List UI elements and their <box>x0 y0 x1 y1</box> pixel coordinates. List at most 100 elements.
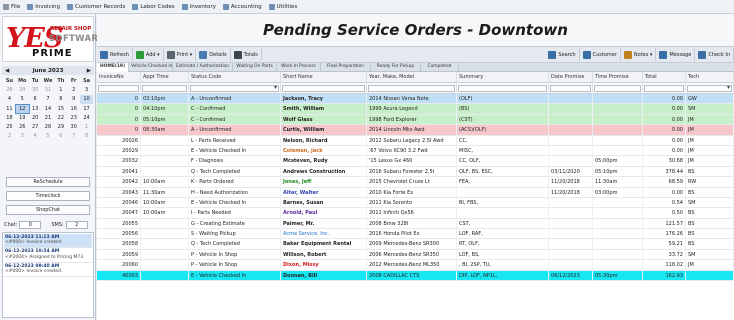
column-filter-input[interactable] <box>644 85 684 92</box>
calendar-day[interactable]: 12 <box>14 103 30 114</box>
calendar-day[interactable]: 28 <box>42 123 55 131</box>
calendar-day[interactable]: 4 <box>3 95 16 103</box>
calendar-day[interactable]: 26 <box>16 123 29 131</box>
calendar-day[interactable]: 15 <box>54 105 67 113</box>
calendar-day[interactable]: 6 <box>29 95 42 103</box>
calendar-day[interactable]: 30 <box>29 86 42 94</box>
menu-inventory[interactable]: Inventory <box>181 3 216 10</box>
table-row[interactable]: 20059 P - Vehicle In Shop Willson, Robert 2… <box>97 249 734 261</box>
tab-completed[interactable]: Completed <box>421 63 459 72</box>
reschedule-button[interactable]: ReSchedule <box>6 177 90 187</box>
calendar-day[interactable]: 24 <box>80 114 93 122</box>
table-row[interactable]: 20042 10:00am K - Parts Ordered Jones, Jeff… <box>97 177 734 188</box>
calendar-day[interactable]: 1 <box>80 123 93 131</box>
timeclock-button[interactable]: Timeclock <box>6 191 90 201</box>
calendar-next-button[interactable]: ▶ <box>87 68 91 74</box>
calendar-day[interactable]: 27 <box>29 123 42 131</box>
table-row[interactable]: 20026 L - Parts Received Nelson, Richard 20… <box>97 135 734 146</box>
calendar-day[interactable]: 21 <box>42 114 55 122</box>
column-header[interactable]: Summary <box>457 72 549 83</box>
table-row[interactable]: 20029 E - Vehicle Checked In Coleman, Jack… <box>97 145 734 157</box>
table-row[interactable]: 40003 E - Vehicle Checked In Doonan, Bill 2… <box>97 270 734 282</box>
add-button[interactable]: Add ▾ <box>133 48 164 61</box>
note-item[interactable]: 06-12-2023 11:13 AM <#000> Invoice create… <box>4 234 92 249</box>
tab-final-preparation[interactable]: Final Preparation <box>321 63 371 72</box>
menu-accounting[interactable]: Accounting <box>222 3 262 10</box>
note-item[interactable]: 06-12-2023 09:40 AM <#000> Invoice create… <box>4 263 92 278</box>
table-row[interactable]: 20043 11:30am H - Need Authorization Alter,… <box>97 187 734 198</box>
calendar-day[interactable]: 11 <box>3 105 16 113</box>
calendar-day[interactable]: 23 <box>67 114 80 122</box>
details-button[interactable]: Details <box>196 48 231 61</box>
calendar-day[interactable]: 3 <box>16 132 29 140</box>
calendar-day[interactable]: 14 <box>42 105 55 113</box>
column-header[interactable]: Year, Make, Model <box>367 72 457 83</box>
menu-invoicing[interactable]: Invoicing <box>27 3 60 10</box>
table-row[interactable]: 20041 Q - Tech Completed Andrews Construct… <box>97 166 734 178</box>
table-row[interactable]: 0 05:10pm C - Confirmed Wolf Glass 1998 Ford… <box>97 114 734 126</box>
calendar-day[interactable]: 28 <box>3 86 16 94</box>
calendar-day[interactable]: 31 <box>42 86 55 94</box>
notes-button[interactable]: Notes ▾ <box>621 48 657 61</box>
totals-button[interactable]: Totals <box>231 48 262 61</box>
calendar-day[interactable]: 20 <box>29 114 42 122</box>
column-header[interactable]: InvoiceNo <box>97 72 141 83</box>
calendar-day[interactable]: 2 <box>67 86 80 94</box>
column-filter-input[interactable] <box>190 84 279 92</box>
table-row[interactable]: 0 04:10pm C - Confirmed Smith, William 1999 … <box>97 104 734 115</box>
tab-home-19[interactable]: HOME(19) <box>97 63 129 72</box>
calendar-day[interactable]: 17 <box>80 105 93 113</box>
print-button[interactable]: Print ▾ <box>164 48 197 61</box>
column-header[interactable]: Status Code <box>189 72 281 83</box>
column-header[interactable]: Appt Time <box>141 72 189 83</box>
calendar-day[interactable]: 7 <box>42 95 55 103</box>
table-row[interactable]: 20060 P - Vehicle In Shop Dixon, Missy 2012… <box>97 260 734 271</box>
calendar-day[interactable]: 18 <box>3 114 16 122</box>
table-row[interactable]: 20047 10:00am I - Parts Needed Arnold, Paul… <box>97 208 734 219</box>
table-row[interactable]: 20046 10:00am E - Vehicle Checked In Barnes… <box>97 197 734 209</box>
column-filter-input[interactable] <box>687 84 732 92</box>
tab-waiting-on-parts[interactable]: Waiting On Parts <box>233 63 277 72</box>
shopchat-button[interactable]: ShopChat <box>6 205 90 215</box>
refresh-button[interactable]: Refresh <box>97 48 133 61</box>
menu-file[interactable]: File <box>3 3 20 10</box>
sms-count[interactable]: 2 <box>65 220 88 229</box>
calendar-day[interactable]: 29 <box>54 123 67 131</box>
checkin-button[interactable]: Check In <box>695 48 734 61</box>
calendar-day[interactable]: 5 <box>16 95 29 103</box>
message-button[interactable]: Message <box>656 48 696 61</box>
calendar-day[interactable]: 6 <box>54 132 67 140</box>
tab-ready-for-pickup[interactable]: Ready For Pickup <box>371 63 421 72</box>
calendar-day[interactable]: 3 <box>80 86 93 94</box>
column-filter-input[interactable] <box>282 85 365 92</box>
column-header[interactable]: Time Promise <box>593 72 643 83</box>
tab-vehicle-checked-in[interactable]: Vehicle Checked In <box>129 63 173 72</box>
table-row[interactable]: 0 03:10pm A - Unconfirmed Jackson, Tracy 201… <box>97 94 734 105</box>
calendar-day[interactable]: 8 <box>54 95 67 103</box>
calendar-day[interactable]: 19 <box>16 114 29 122</box>
calendar-day[interactable]: 25 <box>3 123 16 131</box>
column-header[interactable]: Tech <box>686 72 734 83</box>
table-row[interactable]: 0 08:30am A - Unconfirmed Curtis, William 20… <box>97 125 734 136</box>
customer-button[interactable]: Customer <box>580 48 621 61</box>
table-row[interactable]: 20056 S - Waiting Pickup Acme Service, Inc… <box>97 229 734 240</box>
calendar-day[interactable]: 10 <box>80 95 93 104</box>
calendar-day[interactable]: 4 <box>29 132 42 140</box>
table-row[interactable]: 20055 G - Creating Estimate Palmer, Mr. 200… <box>97 218 734 230</box>
column-filter-input[interactable] <box>458 85 547 92</box>
column-filter-input[interactable] <box>368 85 455 92</box>
chat-count[interactable]: 0 <box>19 220 42 229</box>
calendar-day[interactable]: 16 <box>67 105 80 113</box>
menu-utilities[interactable]: Utilities <box>268 3 297 10</box>
search-button[interactable]: Search <box>545 48 580 61</box>
column-header[interactable]: Short Name <box>281 72 367 83</box>
column-header[interactable]: Date Promise <box>549 72 593 83</box>
calendar-prev-button[interactable]: ◀ <box>5 68 9 74</box>
column-filter-input[interactable] <box>594 85 641 92</box>
calendar-day[interactable]: 5 <box>42 132 55 140</box>
calendar-day[interactable]: 9 <box>67 95 80 103</box>
calendar-day[interactable]: 22 <box>54 114 67 122</box>
calendar-day[interactable]: 7 <box>67 132 80 140</box>
table-row[interactable]: 20032 F - Diagnosis Mcsteven, Rudy '15 Lexu… <box>97 156 734 167</box>
tab-estimate-authorization[interactable]: Estimate / Authorization <box>173 63 233 72</box>
